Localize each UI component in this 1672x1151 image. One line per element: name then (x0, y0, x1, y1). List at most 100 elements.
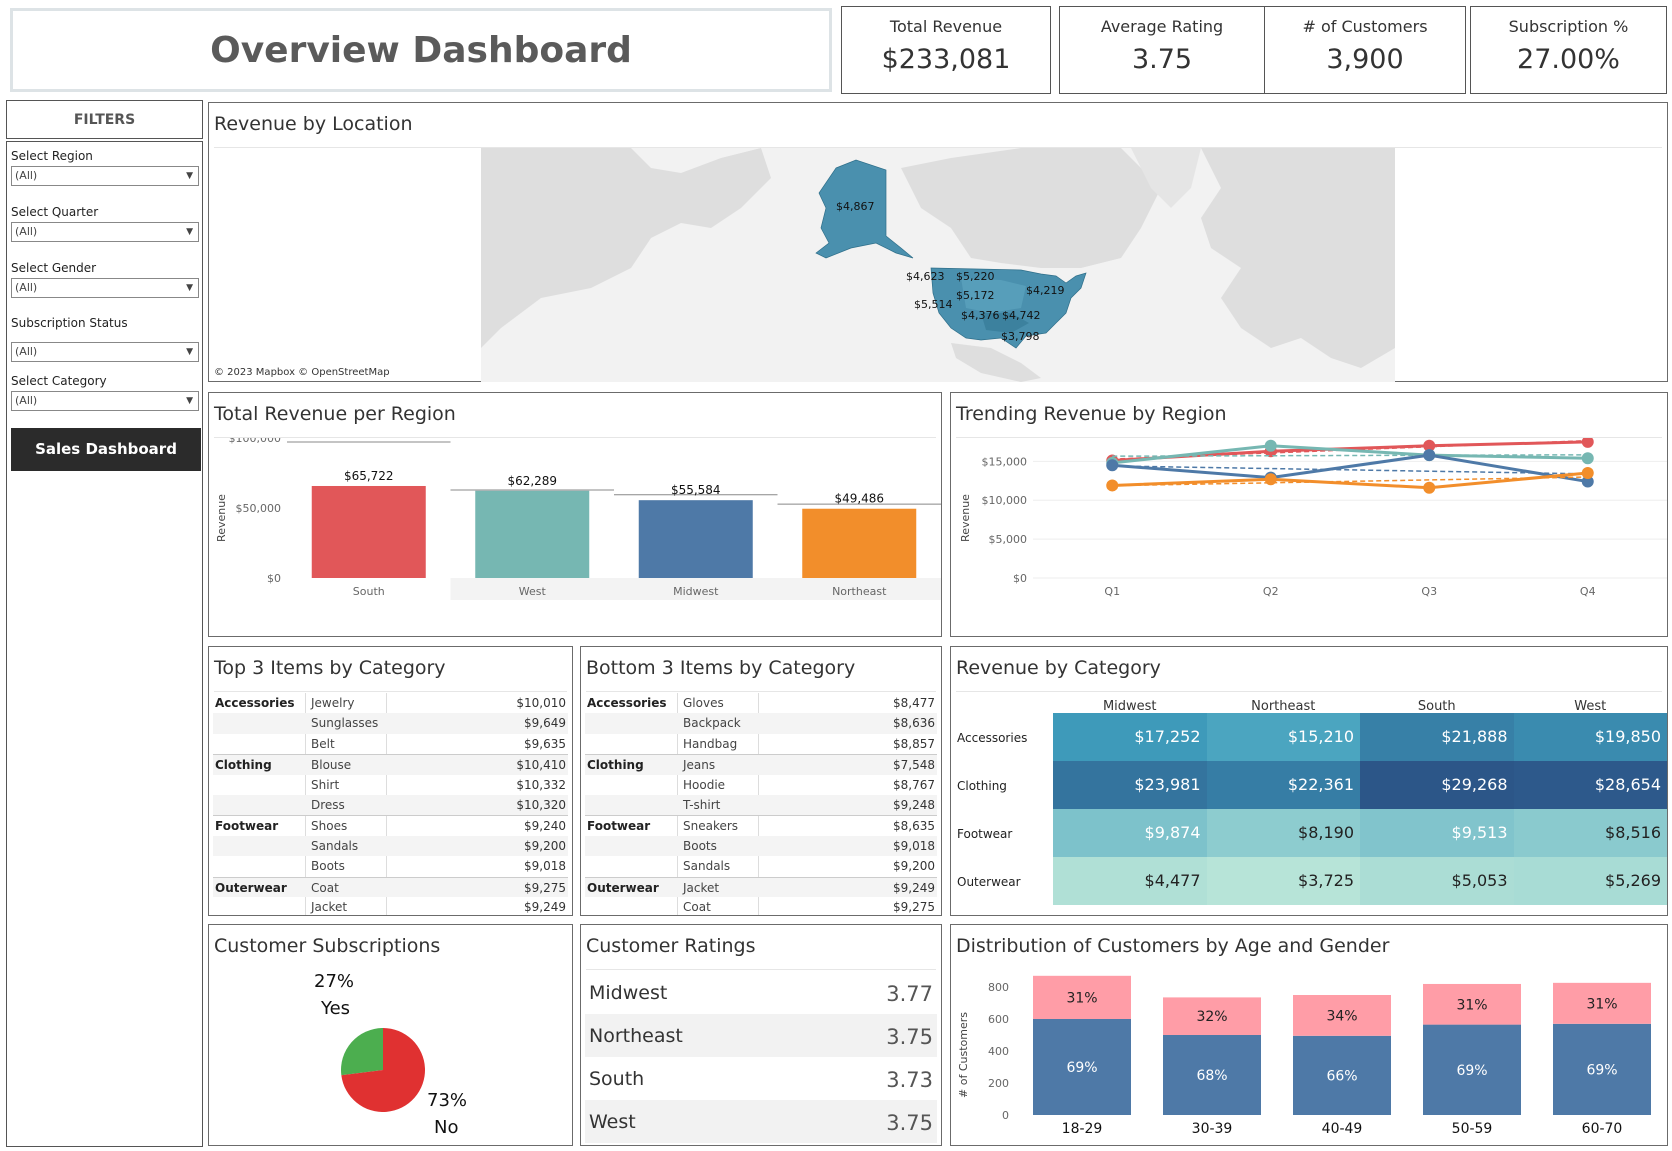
item-cell: Dress (311, 797, 345, 812)
kpi-average-rating: Average Rating 3.75 (1059, 6, 1265, 94)
rating-region: Northeast (589, 1025, 683, 1047)
value-cell: $9,649 (524, 716, 566, 731)
map-label: $4,376 (961, 309, 1000, 322)
map-label: $4,623 (906, 270, 945, 283)
item-cell: Jewelry (311, 696, 355, 710)
data-point (1423, 481, 1436, 494)
y-tick-label: $0 (1013, 572, 1027, 585)
data-point (1106, 459, 1119, 472)
heatmap-cell: $15,210 (1206, 713, 1360, 761)
chart-title: Customer Subscriptions (214, 935, 441, 957)
map-canvas[interactable]: $4,867 $4,623 $5,220 $5,172 $4,219 $5,51… (481, 148, 1395, 382)
kpi-label: Total Revenue (889, 17, 1003, 36)
category-cell: Accessories (215, 696, 295, 710)
filters-panel: Select Region (All) ▼ Select Quarter (All… (6, 141, 203, 1147)
subscription-select[interactable]: (All) ▼ (11, 342, 199, 362)
rating-region: West (589, 1111, 636, 1133)
category-select[interactable]: (All) ▼ (11, 391, 199, 411)
heatmap-cell: $8,190 (1206, 809, 1360, 857)
series-line-midwest (1112, 453, 1588, 484)
item-cell: Boots (311, 859, 345, 874)
table-row: Sandals $9,200 (585, 856, 937, 876)
title-box: Overview Dashboard (10, 8, 832, 92)
item-cell: Sneakers (683, 819, 739, 834)
x-tick-label: Northeast (832, 585, 887, 598)
value-cell: $9,635 (524, 736, 566, 751)
x-tick-label: 18-29 (1062, 1121, 1103, 1137)
bar-west (475, 490, 590, 578)
heatmap-cell: $28,654 (1513, 761, 1667, 809)
table-row: Accessories Jewelry $10,010 (213, 693, 568, 713)
age-gender-chart: 0 200 400 600 800 # of Customers 69% 31% 18-29 68… (957, 975, 1651, 1137)
item-cell: Blouse (311, 758, 352, 773)
top-items-table: Accessories Jewelry $10,010 Sunglasses $9,64… (213, 693, 568, 917)
heatmap-cell: $23,981 (1053, 761, 1207, 809)
table-row: Accessories Gloves $8,477 (585, 693, 937, 713)
rating-value: 3.73 (886, 1068, 933, 1092)
data-point (1264, 439, 1277, 452)
pie-category-label: Yes (320, 998, 350, 1019)
kpi-value: $233,081 (881, 44, 1011, 75)
data-label: 32% (1196, 1009, 1227, 1025)
value-cell: $9,018 (524, 859, 566, 874)
x-tick-label: 60-70 (1582, 1121, 1623, 1137)
data-point (1106, 479, 1119, 492)
x-tick-label: 50-59 (1452, 1121, 1493, 1137)
category-cell: Outerwear (587, 880, 659, 895)
kpi-subscription: Subscription % 27.00% (1470, 6, 1667, 94)
dropdown-arrow-icon: ▼ (186, 283, 193, 293)
dropdown-arrow-icon: ▼ (186, 227, 193, 237)
region-select[interactable]: (All) ▼ (11, 166, 199, 186)
data-point (1264, 473, 1277, 486)
bottom-items-table: Accessories Gloves $8,477 Backpack $8,636 Han… (585, 693, 937, 917)
data-label: 31% (1456, 997, 1487, 1013)
sales-dashboard-button[interactable]: Sales Dashboard (11, 428, 201, 471)
rating-value: 3.75 (886, 1111, 933, 1135)
bottom-items-panel: Bottom 3 Items by Category Accessories Gl… (580, 646, 942, 916)
item-cell: T-shirt (683, 797, 721, 812)
revenue-region-panel: Total Revenue per Region $0 $50,000 $100,0… (208, 392, 942, 637)
table-row: Footwear Sneakers $8,635 (585, 815, 937, 835)
heatmap-cell: $21,888 (1360, 713, 1514, 761)
filters-header: FILTERS (6, 100, 203, 139)
category-cell: Outerwear (215, 880, 287, 895)
value-cell: $9,275 (893, 899, 935, 914)
item-cell: Coat (683, 899, 711, 914)
rating-region: Midwest (589, 982, 668, 1004)
heatmap-cell: $5,053 (1360, 857, 1514, 905)
select-value: (All) (15, 281, 38, 294)
y-tick-label: $10,000 (982, 494, 1028, 507)
table-row: Jacket $9,249 (213, 897, 568, 917)
item-cell: Hoodie (683, 777, 726, 792)
item-cell: Sandals (311, 838, 359, 853)
item-cell: Backpack (683, 716, 741, 731)
table-row: Boots $9,018 (213, 856, 568, 876)
y-tick-label: $50,000 (236, 502, 282, 515)
data-label: $65,722 (344, 469, 394, 483)
item-cell: Sunglasses (311, 716, 379, 731)
gender-select[interactable]: (All) ▼ (11, 278, 199, 298)
value-cell: $10,332 (516, 777, 566, 792)
revenue-region-chart: $0 $50,000 $100,000 Revenue $65,722 South $62,… (215, 438, 941, 600)
y-tick-label: $0 (267, 572, 281, 585)
rating-row: West 3.75 (585, 1100, 937, 1143)
y-tick-label: $5,000 (989, 533, 1028, 546)
series-line-northeast (1112, 471, 1588, 490)
heatmap-cell: $5,269 (1513, 857, 1667, 905)
value-cell: $9,275 (524, 880, 566, 895)
data-label: $55,584 (671, 483, 721, 497)
x-tick-label: West (519, 585, 547, 598)
heatmap-cell: $22,361 (1206, 761, 1360, 809)
row-header: Accessories (957, 731, 1028, 745)
data-label: 69% (1586, 1062, 1617, 1078)
dropdown-arrow-icon: ▼ (186, 396, 193, 406)
x-tick-label: Q1 (1104, 585, 1120, 598)
pie-value-label: 73% (427, 1090, 467, 1111)
y-tick-label: $15,000 (982, 455, 1028, 468)
map-label: $4,742 (1002, 309, 1041, 322)
column-header: Midwest (1102, 699, 1157, 714)
pie-slice-yes (341, 1028, 383, 1076)
item-cell: Sandals (683, 859, 731, 874)
map-label: $5,514 (914, 298, 953, 311)
quarter-select[interactable]: (All) ▼ (11, 222, 199, 242)
